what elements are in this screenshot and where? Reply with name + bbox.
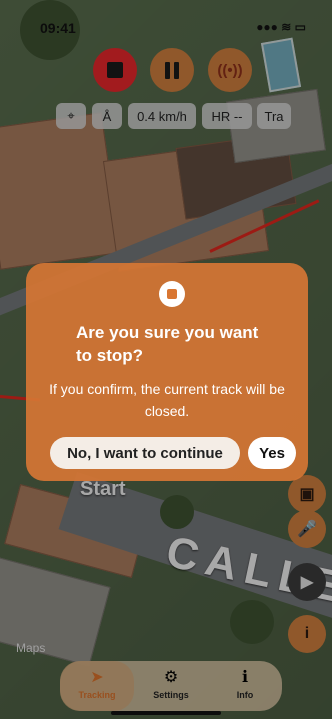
confirm-stop-button[interactable]: Yes <box>248 437 296 469</box>
dialog-message: If you confirm, the current track will b… <box>49 381 285 419</box>
dialog-title: Are you sure you want to stop? <box>76 323 259 365</box>
continue-button[interactable]: No, I want to continue <box>50 437 240 469</box>
stop-circle-icon <box>159 281 185 307</box>
